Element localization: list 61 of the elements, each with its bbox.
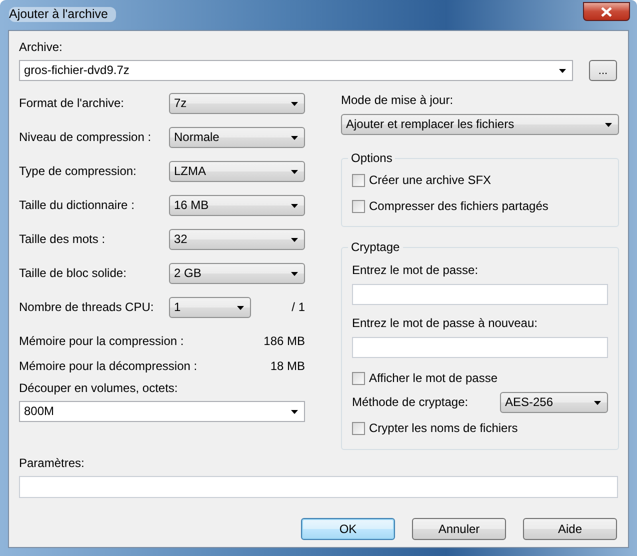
field-label: Entrez le mot de passe:: [352, 263, 480, 278]
window-title: Ajouter à l'archive: [9, 7, 116, 22]
dropdown[interactable]: Normale: [169, 127, 305, 148]
field-label: Méthode de cryptage:: [352, 395, 468, 410]
field-label: Mode de mise à jour:: [341, 93, 454, 108]
caret-icon: [291, 238, 298, 242]
memory-value: 186 MB: [264, 334, 305, 349]
field-label: Type de compression:: [19, 164, 138, 179]
caret-icon: [291, 136, 298, 140]
browse-button[interactable]: ...: [589, 60, 617, 81]
password-field[interactable]: [352, 337, 608, 358]
memory-value: 18 MB: [270, 359, 305, 374]
checkbox-label: Compresser des fichiers partagés: [369, 199, 548, 214]
caret-icon: [291, 272, 298, 276]
field-label: Découper en volumes, octets:: [19, 381, 179, 396]
field-label: Taille de bloc solide:: [19, 266, 128, 281]
dropdown[interactable]: 16 MB: [169, 195, 305, 216]
field-label: Mémoire pour la décompression :: [19, 359, 198, 374]
dialog-button[interactable]: OK: [301, 518, 395, 540]
caret-icon: [237, 306, 244, 310]
dropdown[interactable]: 32: [169, 229, 305, 250]
dropdown[interactable]: 2 GB: [169, 263, 305, 284]
checkbox[interactable]: [352, 174, 365, 187]
field-label: Archive:: [19, 40, 64, 55]
combo-field[interactable]: 800M: [19, 401, 305, 422]
field-label: Taille des mots :: [19, 232, 106, 247]
dropdown[interactable]: AES-256: [500, 392, 608, 413]
dialog-button[interactable]: Aide: [523, 518, 617, 540]
field-label: Mémoire pour la compression :: [19, 334, 184, 349]
field-label: Paramètres:: [19, 456, 86, 471]
dropdown[interactable]: LZMA: [169, 161, 305, 182]
field-label: Nombre de threads CPU:: [19, 300, 155, 315]
combo-field[interactable]: gros-fichier-dvd9.7z: [19, 60, 573, 81]
caret-icon: [559, 68, 566, 72]
field-label: Taille du dictionnaire :: [19, 198, 136, 213]
field-label: Entrez le mot de passe à nouveau:: [352, 316, 538, 331]
group-title: Cryptage: [348, 240, 403, 255]
dropdown[interactable]: 1: [169, 297, 251, 318]
caret-icon: [291, 410, 298, 414]
group-title: Options: [348, 151, 396, 166]
thread-count: / 1: [292, 300, 305, 315]
password-field[interactable]: [352, 284, 608, 305]
caret-icon: [594, 400, 601, 404]
checkbox-label: Créer une archive SFX: [369, 173, 492, 188]
caret-icon: [291, 170, 298, 174]
caret-icon: [605, 122, 612, 126]
checkbox[interactable]: [352, 200, 365, 213]
checkbox-label: Crypter les noms de fichiers: [369, 421, 518, 436]
caret-icon: [291, 204, 298, 208]
dialog-button[interactable]: Annuler: [412, 518, 506, 540]
checkbox[interactable]: [352, 372, 365, 385]
caret-icon: [291, 102, 298, 106]
checkbox-label: Afficher le mot de passe: [369, 371, 498, 386]
checkbox[interactable]: [352, 422, 365, 435]
close-button[interactable]: [583, 2, 630, 21]
field-label: Format de l'archive:: [19, 96, 125, 111]
close-icon: [601, 6, 612, 16]
field-label: Niveau de compression :: [19, 130, 152, 145]
parameters-field[interactable]: [19, 476, 618, 498]
dropdown[interactable]: 7z: [169, 93, 305, 114]
dropdown[interactable]: Ajouter et remplacer les fichiers: [341, 114, 619, 135]
